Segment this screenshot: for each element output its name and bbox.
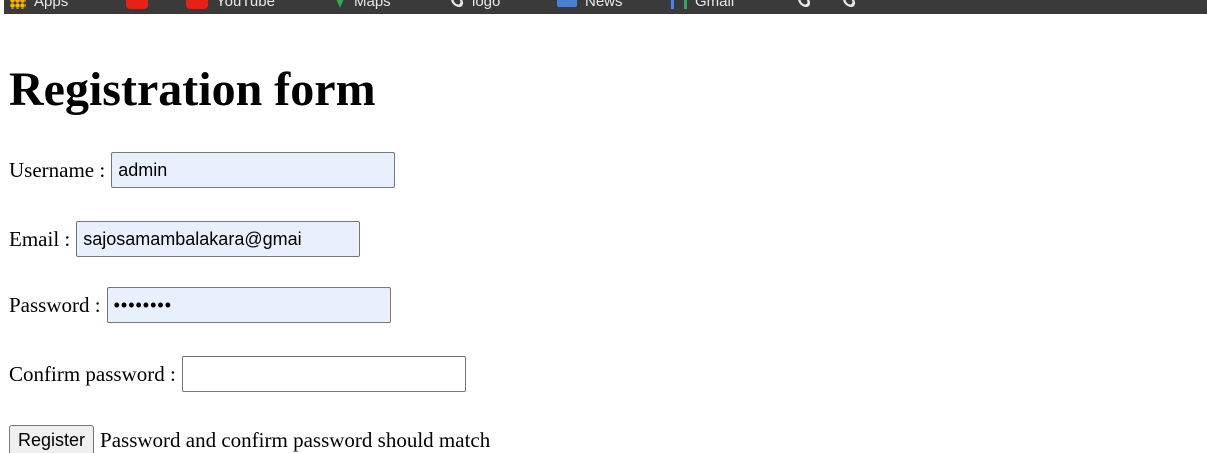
link-icon xyxy=(448,0,466,10)
youtube-icon xyxy=(186,0,208,9)
email-row: Email : xyxy=(9,221,361,257)
bookmark-gmail[interactable]: Gmail xyxy=(671,0,734,11)
bookmark-youtube[interactable]: YouTube xyxy=(186,0,275,11)
bookmarks-bar: Apps YouTube Maps logo News Gmail xyxy=(4,0,1207,14)
email-input[interactable] xyxy=(76,221,361,257)
username-input[interactable] xyxy=(111,152,396,188)
link-icon xyxy=(795,0,813,10)
bookmark-maps[interactable]: Maps xyxy=(334,0,391,11)
bookmark-label: Apps xyxy=(34,0,69,10)
submit-row: Register Password and confirm password s… xyxy=(9,422,490,453)
password-row: Password : xyxy=(9,287,391,323)
link-icon xyxy=(840,0,858,10)
bookmark-label: Gmail xyxy=(695,0,735,10)
password-label: Password : xyxy=(9,292,101,317)
bookmark-label: News xyxy=(585,0,623,10)
page-title: Registration form xyxy=(9,63,376,116)
maps-pin-icon xyxy=(334,0,346,8)
confirm-password-label: Confirm password : xyxy=(9,361,176,386)
password-input[interactable] xyxy=(106,287,391,323)
bookmark-youtube-short[interactable] xyxy=(126,0,156,11)
email-label: Email : xyxy=(9,226,71,251)
username-row: Username : xyxy=(9,152,396,188)
validation-message: Password and confirm password should mat… xyxy=(100,427,491,452)
bookmark-link-2[interactable] xyxy=(840,0,864,11)
bookmark-news[interactable]: News xyxy=(557,0,623,11)
bookmark-apps[interactable]: Apps xyxy=(10,0,68,11)
news-icon xyxy=(557,0,577,7)
youtube-icon xyxy=(126,0,148,9)
confirm-password-row: Confirm password : xyxy=(9,356,466,392)
bookmark-label: YouTube xyxy=(216,0,275,10)
register-button[interactable]: Register xyxy=(9,424,95,453)
apps-grid-icon xyxy=(10,0,26,9)
gmail-icon xyxy=(671,0,687,9)
bookmark-logo[interactable]: logo xyxy=(448,0,501,11)
bookmark-link-1[interactable] xyxy=(795,0,819,11)
confirm-password-input[interactable] xyxy=(181,356,466,392)
username-label: Username : xyxy=(9,157,106,182)
bookmark-label: logo xyxy=(472,0,501,10)
bookmark-label: Maps xyxy=(354,0,391,10)
